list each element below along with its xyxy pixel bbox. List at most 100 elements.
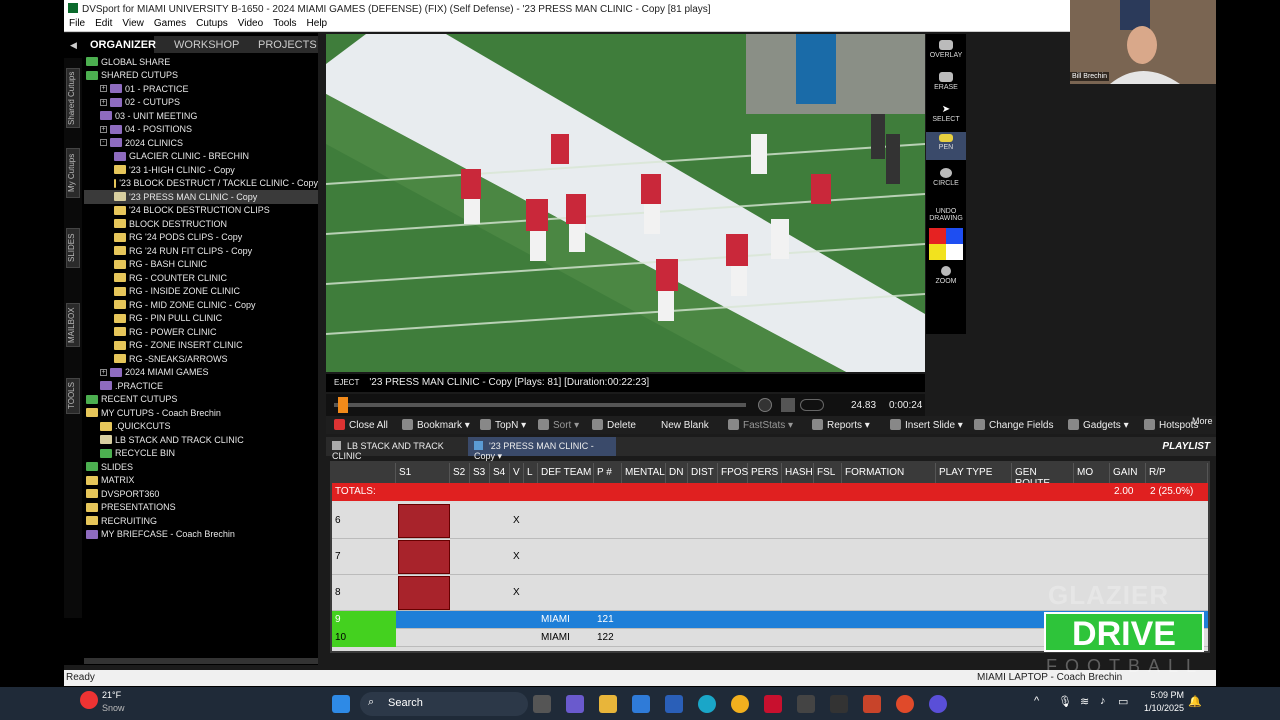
tree-item[interactable]: SLIDES [84,460,318,474]
column-header[interactable]: DN [666,463,688,483]
tree-item[interactable]: '23 1-HIGH CLINIC - Copy [84,163,318,177]
delete-button[interactable]: Delete [592,419,636,431]
change-fields-button[interactable]: Change Fields [974,419,1053,431]
tree-item[interactable]: RG - ZONE INSERT CLINIC [84,339,318,353]
chevron-down-icon[interactable]: ▾ [498,451,503,461]
task-view-icon[interactable] [533,695,551,713]
app-icon[interactable] [929,695,947,713]
color-swatch-white[interactable] [946,244,963,260]
tray-chevron-icon[interactable]: ^ [1034,695,1039,707]
column-header[interactable]: MENTAL [622,463,666,483]
chrome-icon[interactable] [731,695,749,713]
tree-item[interactable]: - 2024 CLINICS [84,136,318,150]
column-header[interactable]: PLAY TYPE [936,463,1012,483]
menu-tools[interactable]: Tools [268,17,301,29]
tree-item[interactable]: .QUICKCUTS [84,420,318,434]
menu-help[interactable]: Help [302,17,333,29]
tree-item[interactable]: RG - PIN PULL CLINIC [84,312,318,326]
column-header[interactable]: V [510,463,524,483]
color-swatch-yellow[interactable] [929,244,946,260]
tab-organizer[interactable]: ORGANIZER [84,36,156,53]
column-header[interactable]: S1 [396,463,450,483]
gadgets-button[interactable]: Gadgets ▾ [1068,419,1129,431]
circle-tool[interactable]: CIRCLE [926,168,966,187]
volume-icon[interactable]: ♪ [1100,695,1106,707]
column-header[interactable]: DIST [688,463,718,483]
collapse-left-icon[interactable]: ◀ [70,40,77,51]
tree-item[interactable]: RG '24 RUN FIT CLIPS - Copy [84,244,318,258]
chrome-profile-icon[interactable] [896,695,914,713]
menu-video[interactable]: Video [233,17,268,29]
tree-item[interactable]: SHARED CUTUPS [84,69,318,83]
tab-press-man-clinic[interactable]: '23 PRESS MAN CLINIC - Copy ▾ [468,437,616,461]
column-header[interactable]: R/P [1146,463,1208,483]
tab-workshop[interactable]: WORKSHOP [168,36,248,53]
expand-toggle-icon[interactable]: + [100,98,107,106]
slide-thumbnail[interactable] [398,576,450,610]
tree-item[interactable]: '23 BLOCK DESTRUCT / TACKLE CLINIC - Cop… [84,177,318,191]
expand-toggle-icon[interactable]: + [100,125,107,133]
select-tool[interactable]: ➤ SELECT [926,104,966,123]
tree-item[interactable]: MY BRIEFCASE - Coach Brechin [84,528,318,542]
column-header[interactable]: FSL [814,463,842,483]
app-icon[interactable] [797,695,815,713]
close-all-button[interactable]: Close All [334,419,388,431]
color-swatch-blue[interactable] [946,228,963,244]
column-header[interactable]: HASH [782,463,814,483]
column-header[interactable]: FORMATION [842,463,936,483]
battery-icon[interactable]: ▭ [1118,695,1128,708]
column-header[interactable]: DEF TEAM [538,463,594,483]
tree-item[interactable]: RECYCLE BIN [84,447,318,461]
tree-item[interactable]: MATRIX [84,474,318,488]
column-header[interactable]: S3 [470,463,490,483]
column-header[interactable]: S2 [450,463,470,483]
slide-thumbnail[interactable] [398,540,450,574]
faststats-button[interactable]: FastStats ▾ [728,419,793,431]
column-header[interactable]: FPOS [718,463,748,483]
app-icon[interactable] [830,695,848,713]
undo-drawing-button[interactable]: UNDO DRAWING [926,208,966,222]
overlay-tool[interactable]: OVERLAY [926,40,966,59]
column-header[interactable] [332,463,396,483]
volume-icon[interactable] [781,398,795,412]
expand-toggle-icon[interactable]: + [100,368,107,376]
sort-button[interactable]: Sort ▾ [538,419,579,431]
tree-item[interactable]: '23 PRESS MAN CLINIC - Copy [84,190,318,204]
tree-item[interactable]: RG - MID ZONE CLINIC - Copy [84,298,318,312]
column-header[interactable]: S4 [490,463,510,483]
expand-toggle-icon[interactable]: - [100,139,107,147]
side-tab-my-cutups[interactable]: My Cutups [66,148,80,198]
tree-item[interactable]: RG '24 PODS CLIPS - Copy [84,231,318,245]
taskbar-search[interactable]: ⌕ Search [360,692,528,716]
menu-file[interactable]: File [64,17,90,29]
column-header[interactable]: P # [594,463,622,483]
store-icon[interactable] [665,695,683,713]
tree-item[interactable]: +02 - CUTUPS [84,96,318,110]
mail-icon[interactable] [632,695,650,713]
tree-item[interactable]: 03 - UNIT MEETING [84,109,318,123]
tree-item[interactable]: RECRUITING [84,514,318,528]
expand-toggle-icon[interactable]: + [100,85,107,93]
start-icon[interactable] [332,695,350,713]
tab-lb-stack-and-track[interactable]: LB STACK AND TRACK CLINIC [326,437,466,461]
loop-icon[interactable] [758,398,772,412]
erase-tool[interactable]: ERASE [926,72,966,91]
tree-item[interactable]: RECENT CUTUPS [84,393,318,407]
tree-item[interactable]: RG - BASH CLINIC [84,258,318,272]
column-header[interactable]: L [524,463,538,483]
playhead-handle[interactable] [338,397,348,413]
side-tab-shared-cutups[interactable]: Shared Cutups [66,68,80,128]
teams-icon[interactable] [566,695,584,713]
reports-button[interactable]: Reports ▾ [812,419,870,431]
color-swatch-red[interactable] [929,228,946,244]
new-blank-button[interactable]: New Blank [646,419,709,431]
weather-icon[interactable] [80,691,98,709]
tree-item[interactable]: LB STACK AND TRACK CLINIC [84,433,318,447]
tab-projects[interactable]: PROJECTS [252,36,318,53]
tree-item[interactable]: '24 BLOCK DESTRUCTION CLIPS [84,204,318,218]
tree-item[interactable]: MY CUTUPS - Coach Brechin [84,406,318,420]
tree-item[interactable]: GLACIER CLINIC - BRECHIN [84,150,318,164]
column-header[interactable]: MO [1074,463,1110,483]
video-player[interactable] [326,34,925,372]
tree-item[interactable]: DVSPORT360 [84,487,318,501]
